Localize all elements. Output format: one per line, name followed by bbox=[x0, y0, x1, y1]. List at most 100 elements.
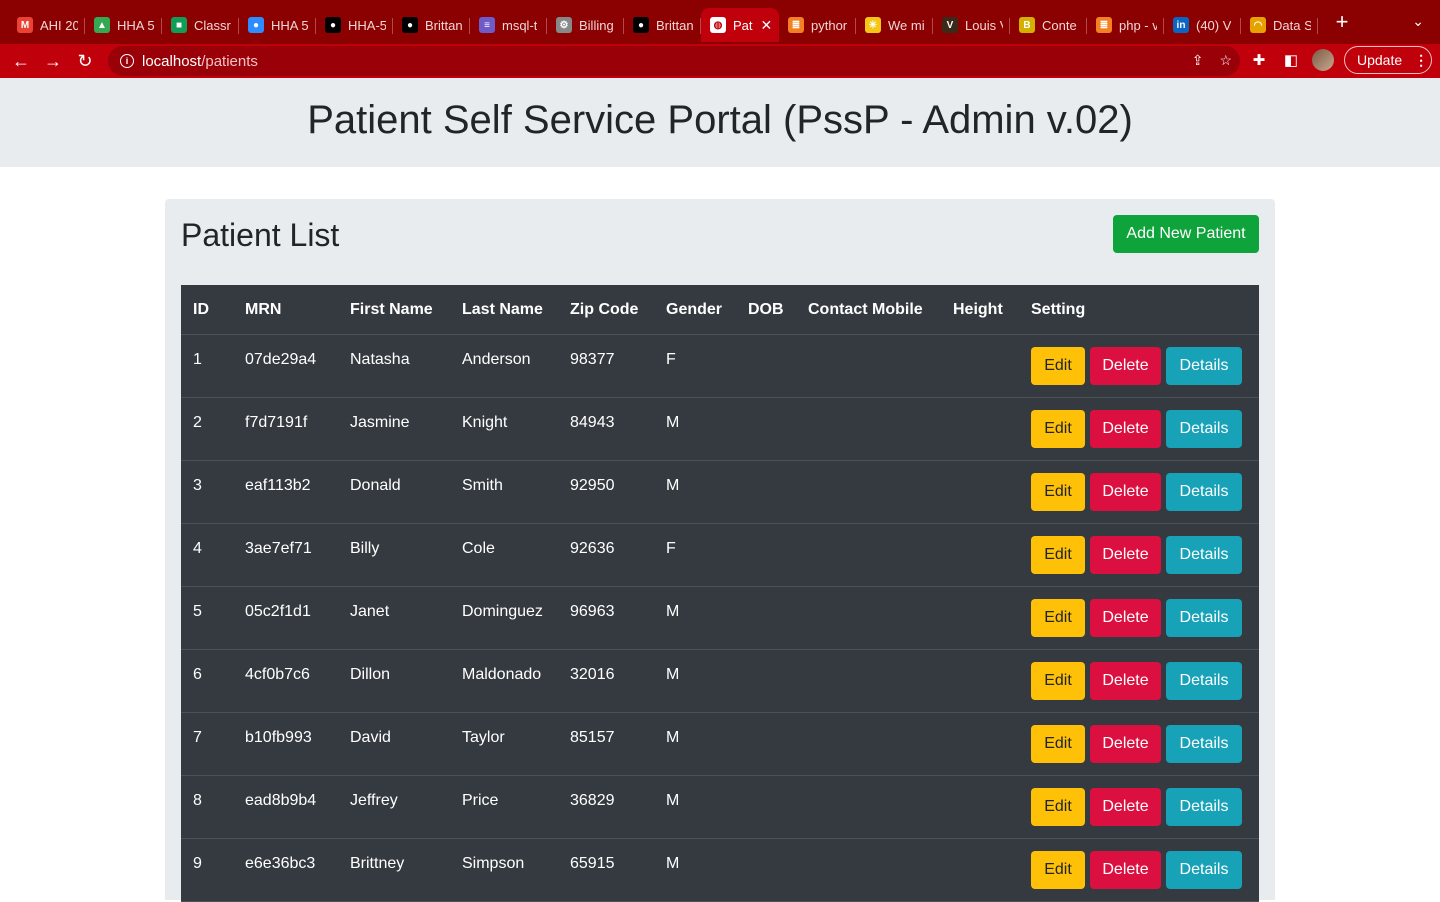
cell-gender: F bbox=[666, 540, 676, 557]
tab-title: pythor bbox=[811, 17, 848, 33]
column-header-gender: Gender bbox=[666, 301, 723, 318]
cell-mrn: b10fb993 bbox=[245, 729, 312, 746]
tab-title: Billing bbox=[579, 17, 614, 33]
browser-tab[interactable]: ● HHA 5 bbox=[239, 8, 316, 42]
browser-tab[interactable]: ≡ msql-t bbox=[470, 8, 547, 42]
edit-button[interactable]: Edit bbox=[1031, 599, 1085, 637]
delete-button[interactable]: Delete bbox=[1090, 662, 1161, 700]
details-button[interactable]: Details bbox=[1166, 662, 1242, 700]
cell-id: 8 bbox=[193, 792, 202, 809]
browser-tab[interactable]: ● Brittan bbox=[624, 8, 701, 42]
close-tab-icon[interactable]: ✕ bbox=[761, 17, 773, 34]
edit-button[interactable]: Edit bbox=[1031, 662, 1085, 700]
browser-tab[interactable]: M AHI 20 bbox=[8, 8, 85, 42]
browser-tab[interactable]: ■ Classr bbox=[162, 8, 239, 42]
cell-first-name: Jasmine bbox=[350, 414, 410, 431]
asterisk-icon: ✳ bbox=[865, 17, 881, 33]
details-button[interactable]: Details bbox=[1166, 599, 1242, 637]
kebab-menu-icon[interactable]: ⋮ bbox=[1414, 52, 1428, 69]
cell-last-name: Knight bbox=[462, 414, 508, 431]
edit-button[interactable]: Edit bbox=[1031, 347, 1085, 385]
browser-tab[interactable]: V Louis V bbox=[933, 8, 1010, 42]
delete-button[interactable]: Delete bbox=[1090, 725, 1161, 763]
rainbow-icon: ◠ bbox=[1250, 17, 1266, 33]
browser-tab[interactable]: B Conte bbox=[1010, 8, 1087, 42]
stackoverflow-icon: ≣ bbox=[1096, 17, 1112, 33]
cell-gender: M bbox=[666, 729, 680, 746]
tab-active[interactable]: ◍ Pat ✕ bbox=[701, 8, 779, 42]
edit-button[interactable]: Edit bbox=[1031, 410, 1085, 448]
cell-id: 7 bbox=[193, 729, 202, 746]
browser-tab[interactable]: ⚙ Billing bbox=[547, 8, 624, 42]
details-button[interactable]: Details bbox=[1166, 410, 1242, 448]
url-path: /patients bbox=[201, 52, 258, 70]
browser-tab[interactable]: in (40) V bbox=[1164, 8, 1241, 42]
tab-title: Brittan bbox=[656, 17, 694, 33]
table-row: 4 3ae7ef71 Billy Cole 92636 F Edit Delete Detail… bbox=[181, 524, 1259, 587]
side-panel-icon[interactable]: ◧ bbox=[1280, 51, 1302, 69]
delete-button[interactable]: Delete bbox=[1090, 536, 1161, 574]
delete-button[interactable]: Delete bbox=[1090, 851, 1161, 889]
delete-button[interactable]: Delete bbox=[1090, 599, 1161, 637]
browser-tab[interactable]: ≣ pythor bbox=[779, 8, 856, 42]
edit-button[interactable]: Edit bbox=[1031, 725, 1085, 763]
reload-icon[interactable]: ↻ bbox=[69, 45, 101, 77]
profile-avatar[interactable] bbox=[1312, 49, 1334, 71]
cell-id: 3 bbox=[193, 477, 202, 494]
edit-button[interactable]: Edit bbox=[1031, 851, 1085, 889]
tab-title: Classr bbox=[194, 17, 231, 33]
details-button[interactable]: Details bbox=[1166, 851, 1242, 889]
table-header: ID MRN First Name Last Name Zip Code Gen… bbox=[181, 285, 1259, 335]
cell-gender: M bbox=[666, 414, 680, 431]
browser-tab[interactable]: ≣ php - v bbox=[1087, 8, 1164, 42]
stack-icon: ≡ bbox=[479, 17, 495, 33]
edit-button[interactable]: Edit bbox=[1031, 473, 1085, 511]
edit-button[interactable]: Edit bbox=[1031, 788, 1085, 826]
extensions-puzzle-icon[interactable]: ✚ bbox=[1248, 51, 1270, 69]
cell-first-name: Janet bbox=[350, 603, 390, 620]
browser-tab[interactable]: ● Brittan bbox=[393, 8, 470, 42]
details-button[interactable]: Details bbox=[1166, 347, 1242, 385]
cell-mrn: 4cf0b7c6 bbox=[245, 666, 310, 683]
globe-icon: ◍ bbox=[710, 17, 726, 33]
cell-mrn: 3ae7ef71 bbox=[245, 540, 312, 557]
details-button[interactable]: Details bbox=[1166, 536, 1242, 574]
browser-tab[interactable]: ▲ HHA 5 bbox=[85, 8, 162, 42]
browser-tab[interactable]: ◠ Data S bbox=[1241, 8, 1318, 42]
cell-last-name: Smith bbox=[462, 477, 503, 494]
edit-button[interactable]: Edit bbox=[1031, 536, 1085, 574]
details-button[interactable]: Details bbox=[1166, 473, 1242, 511]
delete-button[interactable]: Delete bbox=[1090, 788, 1161, 826]
browser-tab[interactable]: ✳ We mi bbox=[856, 8, 933, 42]
delete-button[interactable]: Delete bbox=[1090, 347, 1161, 385]
details-button[interactable]: Details bbox=[1166, 725, 1242, 763]
address-bar[interactable]: i localhost /patients ⇪ ☆ bbox=[108, 46, 1240, 76]
delete-button[interactable]: Delete bbox=[1090, 473, 1161, 511]
browser-tab[interactable]: ● HHA-5 bbox=[316, 8, 393, 42]
update-button[interactable]: Update ⋮ bbox=[1344, 46, 1432, 74]
cell-mrn: eaf113b2 bbox=[245, 477, 311, 494]
github-icon: ● bbox=[633, 17, 649, 33]
add-new-patient-button[interactable]: Add New Patient bbox=[1113, 215, 1259, 253]
table-row: 8 ead8b9b4 Jeffrey Price 36829 M Edit Delete Det… bbox=[181, 776, 1259, 839]
delete-button[interactable]: Delete bbox=[1090, 410, 1161, 448]
cell-gender: M bbox=[666, 855, 680, 872]
cell-last-name: Price bbox=[462, 792, 499, 809]
share-icon[interactable]: ⇪ bbox=[1192, 52, 1204, 69]
tab-search-chevron-icon[interactable]: ⌄ bbox=[1412, 13, 1424, 30]
new-tab-button[interactable]: + bbox=[1330, 9, 1354, 35]
bookmark-star-icon[interactable]: ☆ bbox=[1219, 52, 1232, 69]
tab-title: HHA-5 bbox=[348, 17, 386, 33]
details-button[interactable]: Details bbox=[1166, 788, 1242, 826]
cell-zip-code: 36829 bbox=[570, 792, 615, 809]
cell-last-name: Cole bbox=[462, 540, 495, 557]
table-row: 6 4cf0b7c6 Dillon Maldonado 32016 M Edit Delete… bbox=[181, 650, 1259, 713]
forward-arrow-icon[interactable]: → bbox=[37, 45, 69, 77]
cell-first-name: Brittney bbox=[350, 855, 405, 872]
gear-icon: ⚙ bbox=[556, 17, 572, 33]
site-info-icon[interactable]: i bbox=[120, 54, 134, 68]
back-arrow-icon[interactable]: ← bbox=[5, 45, 37, 77]
browser-toolbar: ← → ↻ i localhost /patients ⇪ ☆ ✚ ◧ Upda… bbox=[0, 44, 1440, 78]
github-icon: ● bbox=[402, 17, 418, 33]
cell-zip-code: 98377 bbox=[570, 351, 615, 368]
